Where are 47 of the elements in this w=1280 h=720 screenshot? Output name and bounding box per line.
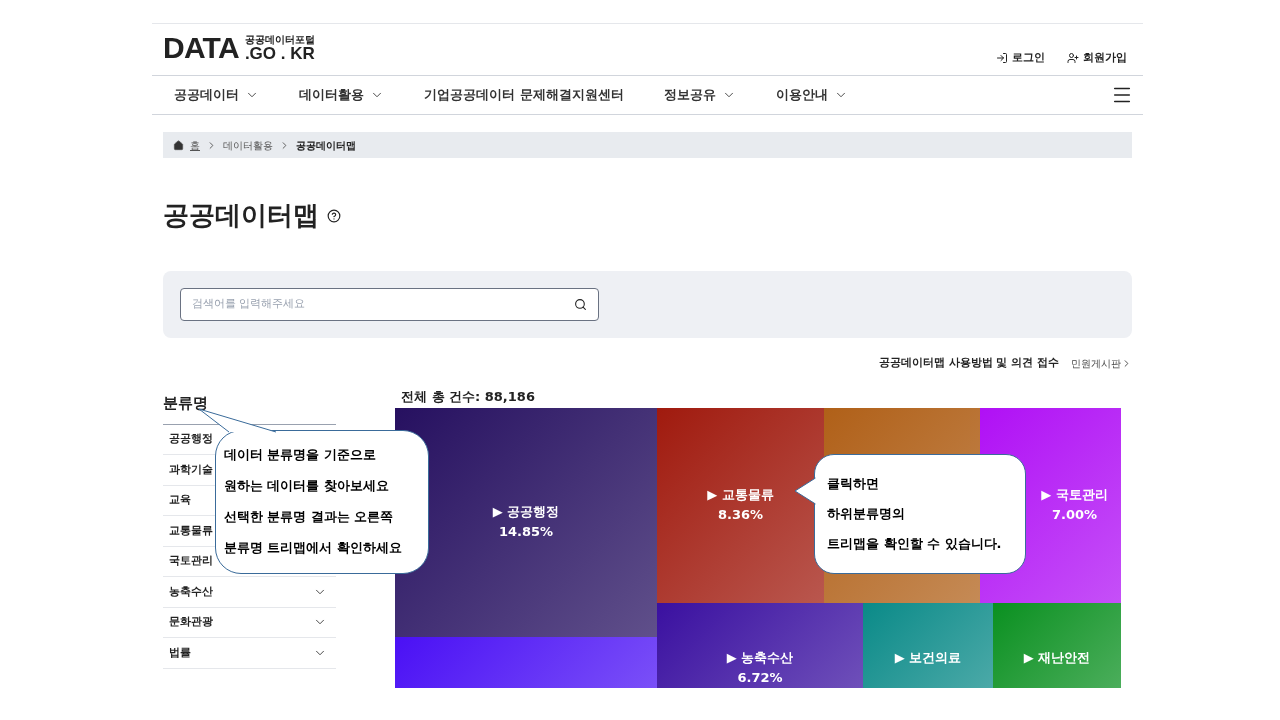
tile-label: ▶ 농축수산: [726, 648, 794, 667]
logo-subtitle: 공공데이터포털: [244, 34, 315, 45]
tile-label: ▶ 공공행정: [492, 503, 560, 521]
category-item[interactable]: 법률: [163, 638, 336, 669]
bubble-text: 하위분류명의: [827, 504, 906, 523]
treemap-tile[interactable]: ▶ 교통물류 8.36%: [657, 407, 824, 603]
tile-percent: 8.36%: [717, 506, 764, 524]
breadcrumb-link[interactable]: 공공데이터맵: [296, 137, 356, 153]
logo-domain: .GO . KR: [244, 44, 315, 62]
usage-guide-text: 공공데이터맵 사용방법 및 의견 접수: [878, 355, 1059, 371]
user-plus-icon: [1067, 51, 1079, 64]
bubble-text: 선택한 분류명 결과는 오른쪽: [224, 508, 395, 526]
nav-menu-item[interactable]: 이용안내: [775, 85, 848, 105]
treemap-tile[interactable]: [395, 636, 657, 688]
bubble-text: 데이터 분류명을 기준으로: [224, 446, 377, 464]
bubble-text: 원하는 데이터를 찾아보세요: [224, 477, 390, 495]
total-count: 전체 총 건수: 88,186: [401, 387, 536, 406]
treemap-tile[interactable]: ▶ 재난안전: [993, 602, 1121, 688]
nav-menu-item[interactable]: 공공데이터: [174, 85, 259, 105]
home-icon: [173, 139, 184, 151]
tile-percent: 14.85%: [498, 523, 554, 541]
board-link[interactable]: 민원게시판: [1071, 355, 1132, 371]
nav-menu-item[interactable]: 기업공공데이터 문제해결지원센터: [424, 85, 624, 105]
logo-text: DATA: [163, 33, 239, 63]
category-item[interactable]: 농축수산: [163, 577, 336, 608]
search-input[interactable]: 검색어를 입력해주세요: [192, 296, 574, 313]
tile-label: ▶ 국토관리: [1041, 486, 1108, 504]
help-icon[interactable]: [327, 208, 341, 223]
page-title: 공공데이터맵: [163, 199, 319, 232]
nav-menu-item[interactable]: 데이터활용: [299, 85, 384, 105]
tile-label: ▶ 보건의료: [894, 648, 962, 667]
bubble-text: 클릭하면: [827, 474, 880, 493]
tile-percent: 6.72%: [737, 668, 783, 687]
tile-label: ▶ 재난안전: [1023, 648, 1091, 667]
login-icon: [996, 51, 1008, 64]
nav-menu-item[interactable]: 정보공유: [663, 85, 736, 105]
search-field[interactable]: 검색어를 입력해주세요: [180, 288, 599, 321]
search-icon[interactable]: [574, 298, 587, 311]
tile-percent: 7.00%: [1051, 506, 1098, 524]
treemap-tile[interactable]: ▶ 보건의료: [863, 602, 993, 688]
breadcrumb-link[interactable]: 홈: [190, 137, 200, 153]
signup-link[interactable]: 회원가입: [1067, 49, 1127, 66]
login-link[interactable]: 로그인: [996, 49, 1045, 66]
tile-label: ▶ 교통물류: [707, 486, 774, 504]
treemap-tile[interactable]: ▶ 농축수산 6.72%: [657, 602, 863, 688]
breadcrumb-link[interactable]: 데이터활용: [223, 137, 273, 153]
category-item[interactable]: 문화관광: [163, 607, 336, 638]
